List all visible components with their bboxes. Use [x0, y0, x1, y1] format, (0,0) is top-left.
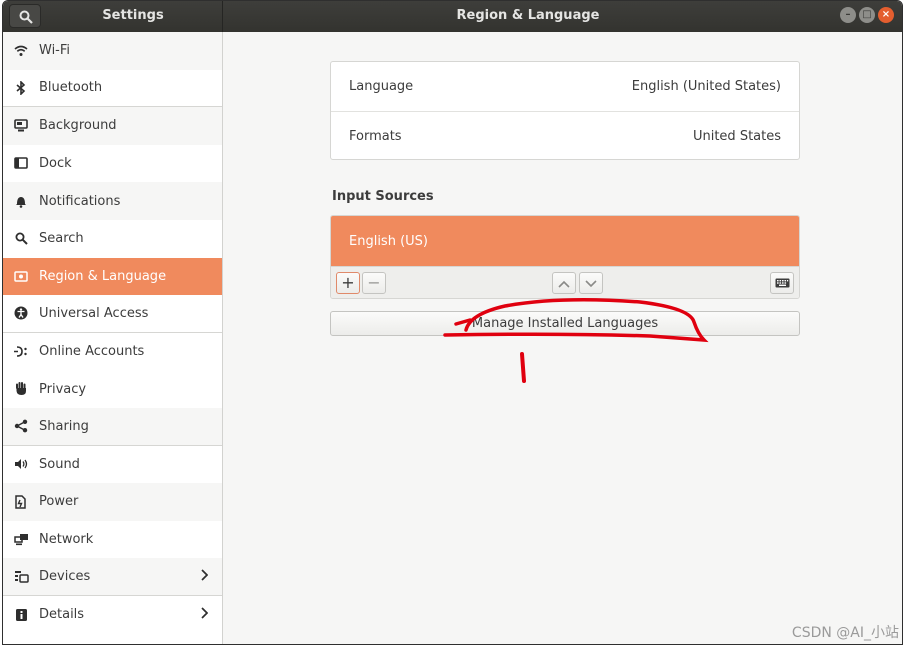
sidebar-item-label: Search: [39, 231, 84, 247]
sidebar-item-sound[interactable]: Sound: [3, 446, 222, 484]
watermark: CSDN @AI_小站: [791, 625, 899, 641]
header-left: Settings: [3, 1, 223, 32]
sidebar-item-label: Devices: [39, 569, 91, 585]
background-icon: [13, 118, 29, 134]
language-label: Language: [349, 79, 414, 94]
sidebar-item-region-language[interactable]: Region & Language: [3, 257, 222, 296]
input-source-label: English (US): [349, 233, 428, 249]
show-keyboard-layout-button[interactable]: [770, 272, 794, 294]
search-icon: [19, 10, 33, 24]
sidebar-item-label: Network: [39, 532, 94, 548]
settings-window: Settings Region & Language – □ × Wi-Fi B…: [2, 0, 903, 645]
sidebar-item-label: Universal Access: [39, 305, 149, 321]
sidebar-item-label: Details: [39, 607, 85, 623]
sidebar-item-universal-access[interactable]: Universal Access: [3, 295, 222, 333]
formats-row[interactable]: Formats United States: [331, 111, 799, 160]
sidebar-item-search[interactable]: Search: [3, 220, 222, 258]
language-value: English (United States): [631, 79, 781, 94]
power-icon: [13, 494, 29, 510]
language-formats-panel: Language English (United States) Formats…: [330, 61, 800, 160]
input-sources-toolbar: + −: [331, 266, 799, 298]
sidebar-item-power[interactable]: Power: [3, 483, 222, 521]
sidebar-item-sharing[interactable]: Sharing: [3, 407, 222, 446]
minimize-button[interactable]: –: [840, 7, 856, 23]
sidebar-item-wifi[interactable]: Wi-Fi: [3, 32, 222, 70]
formats-label: Formats: [349, 128, 402, 144]
move-up-button[interactable]: [552, 272, 576, 294]
input-sources-list: English (US) + −: [330, 215, 800, 299]
network-icon: [13, 532, 29, 548]
sidebar-item-label: Region & Language: [39, 268, 167, 284]
sidebar-item-dock[interactable]: Dock: [3, 145, 222, 183]
search-icon: [13, 231, 29, 247]
formats-value: United States: [692, 128, 781, 144]
sidebar-item-label: Background: [39, 118, 117, 134]
language-row[interactable]: Language English (United States): [331, 62, 799, 111]
sidebar: Wi-Fi Bluetooth Background Dock Notifica…: [3, 32, 223, 644]
remove-input-source-button[interactable]: −: [362, 272, 386, 294]
sidebar-item-label: Online Accounts: [39, 344, 145, 360]
dock-icon: [13, 156, 29, 172]
info-icon: [13, 607, 29, 623]
sidebar-item-network[interactable]: Network: [3, 521, 222, 559]
accessibility-icon: [13, 305, 29, 321]
chevron-right-icon: [200, 607, 209, 623]
online-accounts-icon: [13, 344, 29, 360]
speaker-icon: [13, 456, 29, 472]
keyboard-icon: [775, 278, 789, 288]
chevron-up-icon: [558, 280, 570, 288]
sidebar-item-label: Dock: [39, 156, 72, 172]
sidebar-item-bluetooth[interactable]: Bluetooth: [3, 70, 222, 108]
window-controls: – □ ×: [840, 7, 894, 23]
sidebar-item-label: Notifications: [39, 193, 121, 209]
sidebar-title: Settings: [102, 8, 164, 23]
bell-icon: [13, 193, 29, 209]
sidebar-item-online-accounts[interactable]: Online Accounts: [3, 333, 222, 371]
sidebar-item-label: Bluetooth: [39, 80, 103, 96]
header-search-button[interactable]: [9, 4, 41, 28]
sidebar-item-privacy[interactable]: Privacy: [3, 370, 222, 408]
wifi-icon: [13, 43, 29, 59]
main-content: Language English (United States) Formats…: [224, 32, 902, 644]
bluetooth-icon: [13, 80, 29, 96]
add-input-source-button[interactable]: +: [336, 272, 360, 294]
header-bar: Settings Region & Language – □ ×: [3, 1, 902, 32]
sidebar-item-label: Sound: [39, 456, 80, 472]
page-title: Region & Language: [456, 8, 600, 23]
input-sources-title: Input Sources: [332, 189, 434, 204]
maximize-button[interactable]: □: [859, 7, 875, 23]
sidebar-item-background[interactable]: Background: [3, 107, 222, 145]
hand-icon: [13, 381, 29, 397]
input-source-row[interactable]: English (US): [331, 216, 799, 266]
sidebar-item-label: Power: [39, 494, 79, 510]
sidebar-item-label: Wi-Fi: [39, 43, 71, 59]
chevron-down-icon: [585, 280, 597, 288]
sidebar-item-label: Sharing: [39, 418, 89, 434]
share-icon: [13, 418, 29, 434]
sidebar-item-devices[interactable]: Devices: [3, 558, 222, 596]
move-down-button[interactable]: [579, 272, 603, 294]
sidebar-item-details[interactable]: Details: [3, 596, 222, 634]
region-icon: [13, 268, 29, 284]
close-button[interactable]: ×: [878, 7, 894, 23]
chevron-right-icon: [200, 569, 209, 585]
manage-installed-languages-button[interactable]: Manage Installed Languages: [330, 311, 800, 336]
sidebar-item-label: Privacy: [39, 381, 87, 397]
devices-icon: [13, 569, 29, 585]
sidebar-item-notifications[interactable]: Notifications: [3, 182, 222, 220]
